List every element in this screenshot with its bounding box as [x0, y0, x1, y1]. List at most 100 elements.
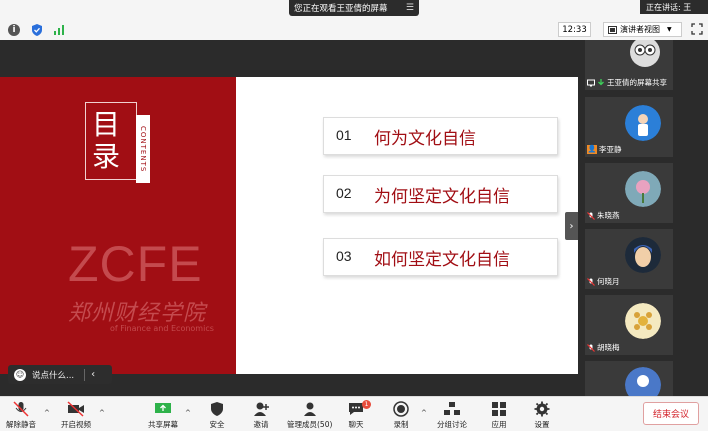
participant-name: 何晓月 — [597, 277, 620, 286]
avatar — [625, 105, 661, 141]
meeting-clock: 12:33 — [558, 22, 591, 37]
slide-title-box: 目 录 — [85, 102, 137, 180]
end-meeting-button[interactable]: 结束会议 — [643, 402, 699, 425]
breakout-label: 分组讨论 — [437, 420, 467, 429]
chat-label: 聊天 — [348, 420, 364, 429]
menu-icon[interactable]: ☰ — [406, 3, 414, 13]
record-label: 录制 — [393, 420, 409, 429]
record-button[interactable]: 录制 — [392, 401, 410, 430]
slide-title-char: 目 — [92, 108, 121, 141]
apps-icon — [492, 402, 506, 416]
agenda-item: 01 何为文化自信 — [323, 117, 558, 155]
mic-off-icon — [587, 343, 595, 352]
school-logo-text: ZCFE — [68, 236, 203, 292]
add-person-icon — [254, 402, 269, 416]
participant-tile[interactable]: 👤 李亚静 — [585, 97, 673, 157]
screen-share-icon — [587, 79, 595, 86]
agenda-text: 何为文化自信 — [374, 129, 476, 149]
participant-name-row: 胡晓梅 — [587, 342, 620, 353]
share-banner-text: 您正在观看王亚倩的屏幕 — [294, 4, 388, 14]
chevron-right-icon: › — [569, 220, 574, 232]
participant-name: 朱晓燕 — [597, 211, 620, 220]
quick-chat-input[interactable]: ☺ 说点什么... ‹ — [8, 365, 112, 384]
fullscreen-icon[interactable] — [691, 23, 703, 35]
school-name-en: of Finance and Economics — [110, 324, 214, 333]
share-screen-button[interactable]: 共享屏幕 — [148, 401, 178, 430]
meeting-toolbar: 解除静音 ^ 开启视频 ^ 共享屏幕 ^ 安全 邀请 管理成员(50) 聊天 录… — [0, 396, 708, 431]
agenda-item: 02 为何坚定文化自信 — [323, 175, 558, 213]
invite-label: 邀请 — [253, 420, 269, 429]
participant-name: 李亚静 — [599, 145, 622, 154]
settings-label: 设置 — [534, 420, 550, 429]
participant-name-row: 王亚倩的屏幕共享 — [587, 77, 667, 88]
quick-chat-placeholder: 说点什么... — [32, 370, 75, 381]
avatar — [630, 40, 660, 67]
contents-label: CONTENTS — [136, 115, 150, 183]
signal-icon[interactable] — [53, 24, 65, 36]
start-video-button[interactable]: 开启视频 — [61, 401, 91, 430]
shield-icon — [211, 402, 223, 416]
participant-name-row: 何晓月 — [587, 276, 620, 287]
chevron-up-icon[interactable]: ^ — [99, 409, 105, 417]
settings-button[interactable]: 设置 — [533, 401, 551, 430]
unmute-button[interactable]: 解除静音 — [6, 401, 36, 430]
share-banner[interactable]: 您正在观看王亚倩的屏幕 ☰ — [289, 0, 419, 16]
presentation-slide: 目 录 CONTENTS ZCFE 郑州财经学院 of Finance and … — [0, 77, 578, 384]
participant-name-row: 👤 李亚静 — [587, 144, 622, 155]
chevron-up-icon[interactable]: ^ — [44, 409, 50, 417]
participant-tile[interactable]: 何晓月 — [585, 229, 673, 289]
agenda-number: 01 — [336, 127, 352, 143]
participant-gallery: 王亚倩的屏幕共享 👤 李亚静 朱晓燕 何晓月 胡晓梅 — [578, 40, 708, 396]
view-mode-button[interactable]: 演讲者视图 ▼ — [603, 22, 682, 37]
manage-label: 管理成员(50) — [287, 420, 333, 429]
participant-name-row: 朱晓燕 — [587, 210, 620, 221]
chevron-up-icon[interactable]: ^ — [185, 409, 191, 417]
speaking-indicator: 正在讲话: 王 — [640, 0, 708, 14]
divider — [84, 368, 86, 381]
avatar — [625, 171, 661, 207]
avatar — [625, 303, 661, 339]
shield-icon[interactable] — [31, 24, 43, 36]
participant-name: 王亚倩的屏幕共享 — [607, 78, 667, 87]
security-label: 安全 — [209, 420, 225, 429]
school-name-cn: 郑州财经学院 — [68, 301, 207, 326]
info-icon[interactable]: i — [8, 24, 20, 36]
slide-title-char: 录 — [92, 140, 121, 173]
agenda-number: 03 — [336, 248, 352, 264]
apps-button[interactable]: 应用 — [490, 401, 508, 430]
participant-tile[interactable]: 朱晓燕 — [585, 163, 673, 223]
slide-left-panel: 目 录 CONTENTS ZCFE 郑州财经学院 of Finance and … — [0, 77, 236, 374]
agenda-item: 03 如何坚定文化自信 — [323, 238, 558, 276]
participant-tile[interactable] — [585, 361, 673, 396]
mic-muted-icon — [13, 401, 29, 417]
breakout-icon — [444, 402, 460, 415]
shared-screen: 目 录 CONTENTS ZCFE 郑州财经学院 of Finance and … — [0, 40, 578, 396]
chevron-down-icon: ▼ — [667, 26, 672, 33]
avatar — [625, 367, 661, 396]
manage-participants-button[interactable]: 管理成员(50) — [287, 401, 332, 430]
collapse-gallery-button[interactable]: › — [565, 212, 578, 240]
invite-button[interactable]: 邀请 — [252, 401, 270, 430]
chevron-up-icon[interactable]: ^ — [421, 409, 427, 417]
view-mode-label: 演讲者视图 — [620, 25, 660, 34]
agenda-text: 为何坚定文化自信 — [374, 187, 510, 207]
share-screen-icon — [155, 403, 171, 413]
video-label: 开启视频 — [61, 420, 91, 429]
agenda-number: 02 — [336, 185, 352, 201]
participant-tile[interactable]: 胡晓梅 — [585, 295, 673, 355]
security-button[interactable]: 安全 — [208, 401, 226, 430]
gear-icon — [534, 401, 550, 417]
avatar — [625, 237, 661, 273]
person-icon: 👤 — [587, 145, 597, 154]
chevron-left-icon[interactable]: ‹ — [91, 369, 95, 380]
top-bar: 您正在观看王亚倩的屏幕 ☰ 正在讲话: 王 i 12:33 演讲者视图 ▼ — [0, 0, 708, 40]
mic-off-icon — [587, 211, 595, 220]
emoji-icon[interactable]: ☺ — [14, 368, 26, 381]
breakout-rooms-button[interactable]: 分组讨论 — [437, 401, 467, 430]
record-icon — [393, 401, 409, 417]
chat-unread-badge: 1 — [362, 400, 371, 409]
participant-tile[interactable]: 王亚倩的屏幕共享 — [585, 40, 673, 90]
participant-name: 胡晓梅 — [597, 343, 620, 352]
apps-label: 应用 — [491, 420, 507, 429]
mic-off-icon — [587, 277, 595, 286]
